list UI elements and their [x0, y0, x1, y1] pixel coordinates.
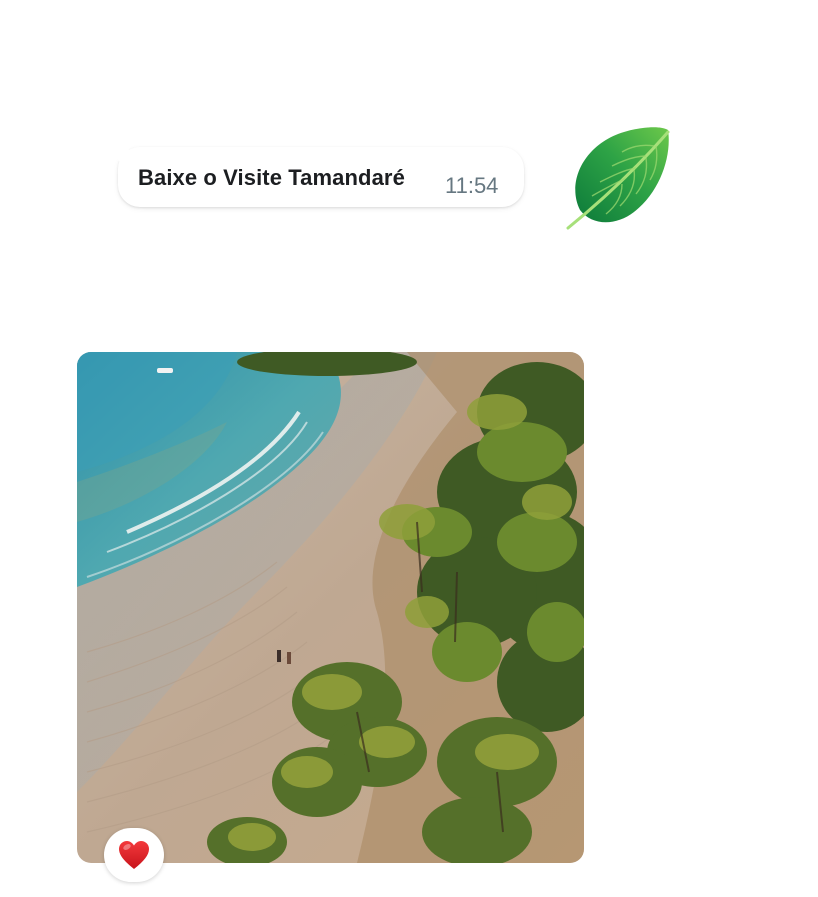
- message-bubble[interactable]: Baixe o Visite Tamandaré 11:54: [109, 147, 524, 207]
- message-text: Baixe o Visite Tamandaré: [138, 165, 405, 190]
- beach-photo[interactable]: [77, 352, 584, 863]
- message-time: 11:54: [445, 173, 499, 198]
- reaction-badge[interactable]: [104, 828, 164, 882]
- beach-photo-image: [77, 352, 584, 863]
- chat-view: Baixe o Visite Tamandaré 11:54: [0, 0, 818, 897]
- leaf-icon[interactable]: [562, 122, 674, 232]
- bubble-tail-icon: [109, 147, 130, 165]
- heart-icon: [119, 841, 149, 869]
